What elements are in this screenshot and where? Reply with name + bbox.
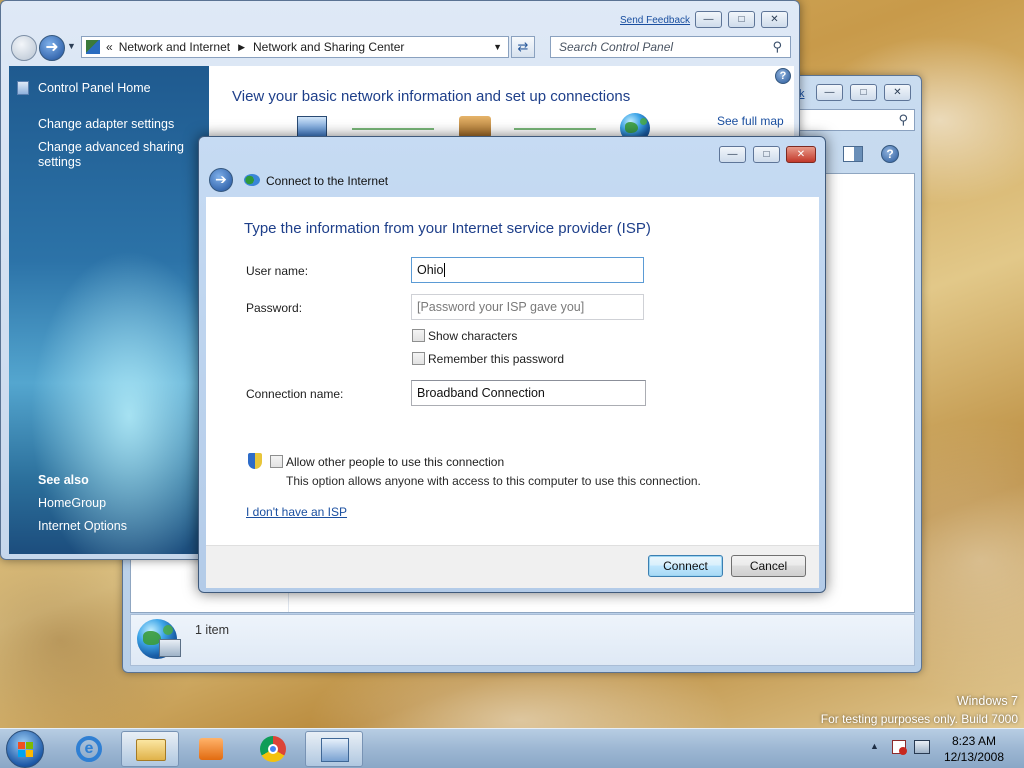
connection-name-label: Connection name: xyxy=(246,387,344,401)
allow-others-label[interactable]: Allow other people to use this connectio… xyxy=(286,455,504,469)
windows-logo-icon-part xyxy=(18,750,25,757)
folder-icon xyxy=(136,739,166,761)
clock-date[interactable]: 12/13/2008 xyxy=(938,750,1010,764)
text-caret xyxy=(444,263,446,277)
maximize-button[interactable]: □ xyxy=(753,146,780,163)
network-connection-icon xyxy=(244,174,260,186)
connection-line xyxy=(514,128,596,130)
dialog-footer: Connect Cancel xyxy=(206,545,819,588)
no-isp-link[interactable]: I don't have an ISP xyxy=(246,505,347,519)
taskbar: e ▲ 8:23 AM 12/13/2008 xyxy=(0,728,1024,768)
minimize-button[interactable]: — xyxy=(695,11,722,28)
search-input[interactable]: ⚲ xyxy=(795,109,915,131)
internet-explorer-taskbar-button[interactable]: e xyxy=(60,731,118,767)
see-full-map-link[interactable]: See full map xyxy=(717,114,784,128)
remember-password-checkbox[interactable] xyxy=(412,352,425,365)
connection-name-value: Broadband Connection xyxy=(417,386,545,400)
start-button[interactable] xyxy=(6,730,44,768)
send-feedback-link[interactable]: Send Feedback xyxy=(620,15,690,26)
control-panel-home-icon xyxy=(17,81,29,95)
chrome-icon-center xyxy=(268,744,278,754)
preview-pane-icon[interactable] xyxy=(843,146,863,162)
connection-name-field[interactable]: Broadband Connection xyxy=(411,380,646,406)
windows-logo-icon-part xyxy=(26,750,33,757)
details-pane: 1 item xyxy=(130,614,915,666)
forward-button[interactable]: ➜ xyxy=(39,35,65,61)
clock-time[interactable]: 8:23 AM xyxy=(938,734,1010,748)
maximize-button[interactable]: □ xyxy=(728,11,755,28)
action-center-icon[interactable] xyxy=(892,740,907,755)
see-also-heading: See also xyxy=(38,473,89,487)
close-button[interactable]: ✕ xyxy=(786,146,816,163)
task-pane: Control Panel Home Change adapter settin… xyxy=(9,66,209,554)
item-count: 1 item xyxy=(195,623,230,637)
show-characters-label[interactable]: Show characters xyxy=(428,329,517,343)
control-panel-icon xyxy=(321,738,349,762)
cancel-button[interactable]: Cancel xyxy=(731,555,806,577)
connect-button[interactable]: Connect xyxy=(648,555,723,577)
password-field[interactable]: [Password your ISP gave you] xyxy=(411,294,644,320)
remember-password-label[interactable]: Remember this password xyxy=(428,352,564,366)
help-icon[interactable]: ? xyxy=(881,145,899,163)
connection-line xyxy=(352,128,434,130)
back-button[interactable] xyxy=(11,35,37,61)
change-adapter-settings-link[interactable]: Change adapter settings xyxy=(38,117,174,132)
computer-icon xyxy=(297,116,327,138)
search-input[interactable]: Search Control Panel ⚲ xyxy=(550,36,791,58)
dialog-heading: Type the information from your Internet … xyxy=(244,220,651,237)
dialog-body: Type the information from your Internet … xyxy=(206,197,819,545)
change-advanced-sharing-settings-link[interactable]: Change advanced sharing settings xyxy=(38,140,188,170)
page-heading: View your basic network information and … xyxy=(232,88,631,105)
windows-logo-icon-part xyxy=(26,742,33,749)
breadcrumb-separator-icon: ▶ xyxy=(238,41,246,52)
control-panel-home-link[interactable]: Control Panel Home xyxy=(38,81,151,96)
username-field[interactable]: Ohio xyxy=(411,257,644,283)
breadcrumb-network-and-internet[interactable]: Network and Internet xyxy=(119,40,230,54)
internet-options-link[interactable]: Internet Options xyxy=(38,519,127,534)
monitor-icon xyxy=(159,639,181,657)
connect-to-internet-dialog[interactable]: — □ ✕ ➔ Connect to the Internet Type the… xyxy=(198,136,826,593)
control-panel-icon xyxy=(86,40,100,54)
action-center-warning-icon xyxy=(899,747,907,755)
dialog-title: Connect to the Internet xyxy=(266,174,389,188)
uac-shield-icon xyxy=(248,453,262,469)
search-icon: ⚲ xyxy=(898,112,908,127)
back-arrow-button[interactable]: ➔ xyxy=(209,168,233,192)
control-panel-taskbar-button[interactable] xyxy=(305,731,363,767)
address-bar[interactable]: « Network and Internet ▶ Network and Sha… xyxy=(81,36,509,58)
windows-watermark-build: For testing purposes only. Build 7000 xyxy=(820,712,1018,726)
password-placeholder: [Password your ISP gave you] xyxy=(417,300,585,314)
recent-pages-chevron-icon[interactable]: ▼ xyxy=(67,41,76,51)
password-label: Password: xyxy=(246,301,303,315)
username-value: Ohio xyxy=(417,263,444,277)
media-player-taskbar-button[interactable] xyxy=(182,731,240,767)
minimize-button[interactable]: — xyxy=(719,146,746,163)
breadcrumb-overflow[interactable]: « xyxy=(106,40,113,54)
help-icon[interactable]: ? xyxy=(775,68,791,84)
network-tray-icon[interactable] xyxy=(914,740,930,754)
homegroup-link[interactable]: HomeGroup xyxy=(38,496,106,511)
windows-explorer-taskbar-button[interactable] xyxy=(121,731,179,767)
breadcrumb-network-and-sharing-center[interactable]: Network and Sharing Center xyxy=(253,40,404,54)
media-player-icon xyxy=(199,738,223,760)
close-button[interactable]: ✕ xyxy=(761,11,788,28)
show-hidden-icons-icon[interactable]: ▲ xyxy=(870,741,879,751)
windows-logo-icon xyxy=(18,742,25,749)
show-characters-checkbox[interactable] xyxy=(412,329,425,342)
search-placeholder: Search Control Panel xyxy=(559,40,674,54)
network-bench-icon xyxy=(459,116,491,138)
search-icon[interactable]: ⚲ xyxy=(772,39,782,55)
username-label: User name: xyxy=(246,264,309,278)
allow-others-description: This option allows anyone with access to… xyxy=(286,474,701,488)
address-dropdown-icon[interactable]: ▼ xyxy=(493,42,502,52)
chrome-taskbar-button[interactable] xyxy=(244,731,302,767)
allow-others-checkbox[interactable] xyxy=(270,455,283,468)
refresh-button[interactable]: ⇄ xyxy=(511,36,535,58)
close-button[interactable]: ✕ xyxy=(884,84,911,101)
windows-watermark-title: Windows 7 xyxy=(956,694,1018,708)
minimize-button[interactable]: — xyxy=(816,84,843,101)
maximize-button[interactable]: □ xyxy=(850,84,877,101)
internet-explorer-icon: e xyxy=(76,736,102,762)
